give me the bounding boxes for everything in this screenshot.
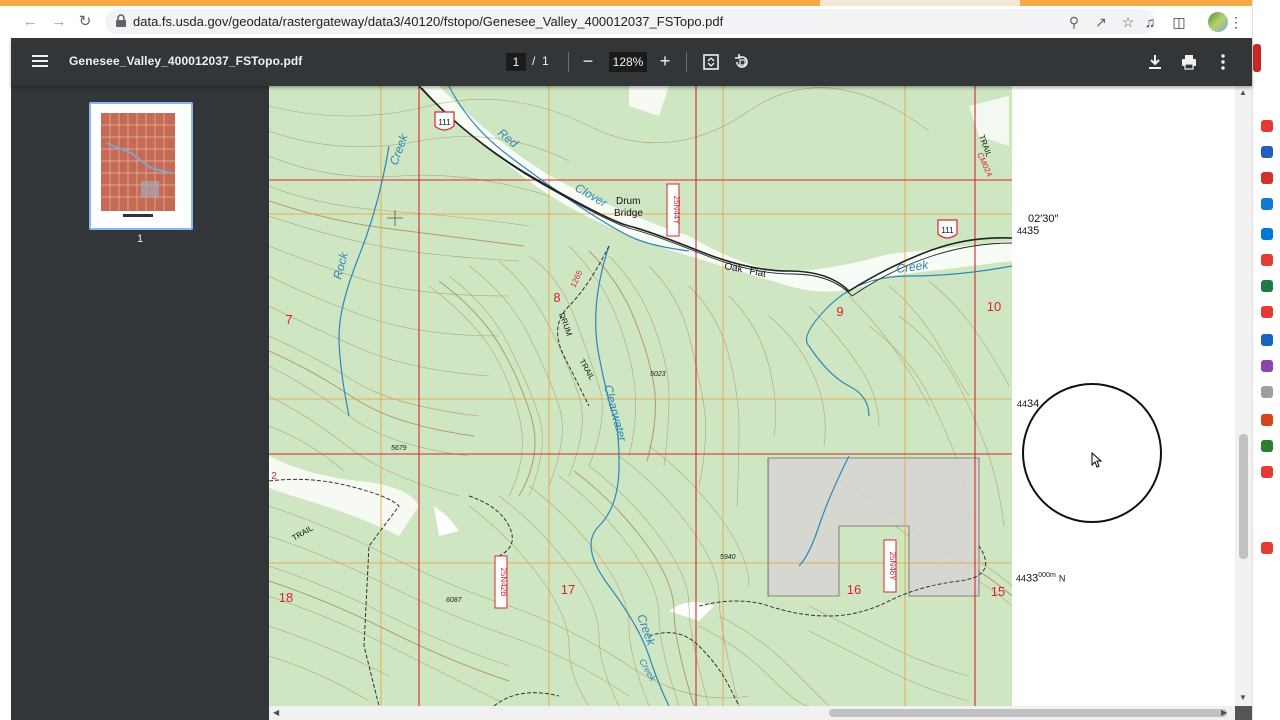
page-total: 1 bbox=[542, 54, 549, 68]
northing-label: 4435 bbox=[1017, 225, 1040, 237]
page-number-input[interactable]: 1 bbox=[506, 53, 526, 71]
elevation-label: 6087 bbox=[446, 597, 463, 604]
download-icon[interactable] bbox=[1145, 52, 1165, 72]
thumbnail-legend bbox=[105, 214, 171, 220]
app-icon[interactable] bbox=[1261, 386, 1273, 398]
thumbnail-map-image bbox=[101, 113, 175, 211]
scroll-right-icon[interactable]: ▶ bbox=[1221, 708, 1227, 717]
excel-app-icon[interactable] bbox=[1261, 280, 1273, 292]
svg-text:25N44Y: 25N44Y bbox=[672, 196, 681, 226]
media-icon[interactable]: ♫ bbox=[1141, 13, 1159, 31]
topographic-map[interactable]: 7 8 9 10 16 17 18 15 2 Drum Bridge Oak F… bbox=[269, 86, 1012, 706]
section-label: 16 bbox=[847, 582, 861, 597]
place-name: Drum bbox=[616, 196, 640, 207]
section-label: 18 bbox=[279, 590, 293, 605]
road-id: 25N42B bbox=[494, 555, 508, 609]
back-icon[interactable]: ← bbox=[20, 12, 40, 32]
page-thumbnail[interactable] bbox=[89, 102, 193, 230]
pdf-toolbar: Genesee_Valley_400012037_FSTopo.pdf 1 / … bbox=[11, 38, 1252, 86]
scroll-up-icon[interactable]: ▲ bbox=[1239, 88, 1247, 97]
horizontal-scrollbar[interactable]: ◀ ▶ bbox=[269, 706, 1235, 720]
northing-label: 4433000m N bbox=[1016, 572, 1066, 585]
page-separator: / bbox=[532, 54, 536, 68]
elevation-label: 5679 bbox=[391, 445, 407, 452]
vertical-scrollbar[interactable]: ▲ ▼ bbox=[1235, 86, 1252, 706]
section-label: 8 bbox=[553, 290, 560, 305]
section-label: 2 bbox=[271, 471, 277, 482]
kebab-menu-icon[interactable]: ⋮ bbox=[1227, 13, 1245, 31]
thumbnail-sidebar: 1 bbox=[11, 86, 269, 720]
elevation-label: 5940 bbox=[720, 554, 736, 561]
section-label: 10 bbox=[987, 299, 1001, 314]
taskbar-edge bbox=[1252, 0, 1280, 720]
minutes-label: 02′30″ bbox=[1028, 213, 1059, 225]
fit-page-icon[interactable] bbox=[701, 52, 721, 72]
share-icon[interactable]: ↗ bbox=[1092, 13, 1110, 31]
more-icon[interactable] bbox=[1213, 52, 1233, 72]
forward-icon[interactable]: → bbox=[49, 12, 69, 32]
toolbar-divider bbox=[686, 52, 687, 72]
place-name: Bridge bbox=[614, 208, 643, 219]
print-icon[interactable] bbox=[1179, 52, 1199, 72]
toolbar-divider bbox=[568, 52, 569, 72]
lock-icon[interactable] bbox=[115, 14, 127, 28]
reload-icon[interactable]: ↻ bbox=[75, 12, 95, 32]
pdf-app-icon[interactable] bbox=[1261, 172, 1273, 184]
menu-icon[interactable] bbox=[32, 52, 48, 72]
section-label: 9 bbox=[836, 304, 843, 319]
northing-label: 4434 bbox=[1017, 398, 1040, 410]
svg-text:111: 111 bbox=[941, 226, 954, 235]
address-bar-row: ← → ↻ data.fs.usda.gov/geodata/rastergat… bbox=[11, 6, 1252, 38]
zoom-in-icon[interactable]: + bbox=[655, 50, 675, 72]
screen: ← → ↻ data.fs.usda.gov/geodata/rastergat… bbox=[0, 0, 1280, 720]
edge-app-icon[interactable] bbox=[1261, 228, 1273, 240]
star-icon[interactable]: ☆ bbox=[1119, 13, 1137, 31]
svg-text:111: 111 bbox=[438, 118, 451, 127]
profile-avatar[interactable] bbox=[1208, 12, 1228, 32]
powerpoint-app-icon[interactable] bbox=[1261, 414, 1273, 426]
svg-text:25N42B: 25N42B bbox=[499, 568, 508, 597]
pdf-viewer[interactable]: 7 8 9 10 16 17 18 15 2 Drum Bridge Oak F… bbox=[269, 86, 1252, 720]
elevation-label: 5023 bbox=[650, 371, 666, 378]
section-label: 17 bbox=[561, 582, 575, 597]
chrome-app-icon[interactable] bbox=[1261, 542, 1273, 554]
zoom-level-input[interactable]: 128% bbox=[609, 52, 647, 72]
side-panel-icon[interactable]: ◫ bbox=[1170, 13, 1188, 31]
section-label: 15 bbox=[991, 584, 1005, 599]
outlook-app-icon[interactable] bbox=[1261, 198, 1273, 210]
scroll-down-icon[interactable]: ▼ bbox=[1239, 693, 1247, 702]
zoom-icon[interactable]: ⚲ bbox=[1065, 13, 1083, 31]
app-tab-indicator[interactable] bbox=[1253, 44, 1261, 72]
mouse-pointer-icon bbox=[1091, 452, 1103, 468]
section-label: 7 bbox=[285, 312, 292, 327]
pdf-page: 7 8 9 10 16 17 18 15 2 Drum Bridge Oak F… bbox=[269, 86, 1235, 706]
document-title: Genesee_Valley_400012037_FSTopo.pdf bbox=[69, 54, 303, 68]
chrome-app-icon[interactable] bbox=[1261, 120, 1273, 132]
app-icon[interactable] bbox=[1261, 334, 1273, 346]
zoom-out-icon[interactable]: − bbox=[578, 50, 598, 72]
omnibox[interactable]: data.fs.usda.gov/geodata/rastergateway/d… bbox=[105, 9, 1155, 34]
svg-text:25N46Y: 25N46Y bbox=[888, 552, 897, 582]
thumbnail-page-label: 1 bbox=[136, 233, 144, 245]
word-app-icon[interactable] bbox=[1261, 146, 1273, 158]
scroll-left-icon[interactable]: ◀ bbox=[273, 708, 279, 717]
app-icon[interactable] bbox=[1261, 466, 1273, 478]
url-text[interactable]: data.fs.usda.gov/geodata/rastergateway/d… bbox=[133, 14, 723, 29]
rotate-icon[interactable] bbox=[732, 52, 752, 72]
chrome-app-icon[interactable] bbox=[1261, 306, 1273, 318]
chrome-app-icon[interactable] bbox=[1261, 254, 1273, 266]
route-shield: 111 bbox=[937, 219, 958, 239]
route-shield: 111 bbox=[434, 111, 455, 131]
horizontal-scroll-thumb[interactable] bbox=[829, 709, 1227, 717]
road-id: 25N46Y bbox=[883, 539, 897, 593]
app-icon[interactable] bbox=[1261, 360, 1273, 372]
vertical-scroll-thumb[interactable] bbox=[1239, 434, 1248, 559]
road-id: 25N44Y bbox=[666, 183, 681, 237]
app-icon[interactable] bbox=[1261, 440, 1273, 452]
